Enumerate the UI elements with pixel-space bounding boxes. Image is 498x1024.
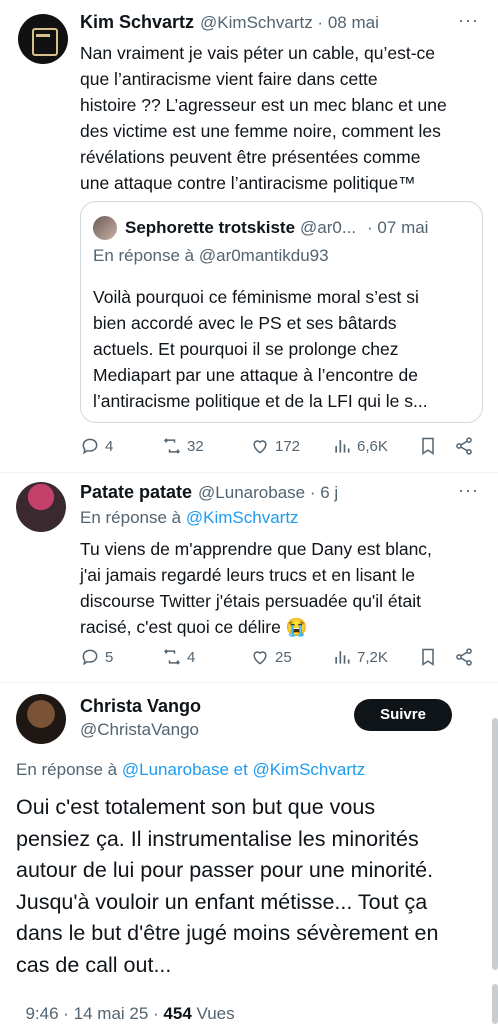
timestamp[interactable]: 9:46 · 14 mai 25 · (25, 1004, 163, 1023)
text-line: révélations peuvent être présentées comm… (80, 147, 421, 167)
like-count: 25 (275, 648, 292, 666)
reply-context: En réponse à @KimSchvartz (80, 508, 299, 528)
reply-icon (82, 649, 98, 666)
avatar-patate[interactable] (16, 482, 66, 532)
text-line: bien accordé avec le PS et ses bâtards (93, 313, 397, 333)
text-line: racisé, c'est quoi ce délire 😭 (80, 617, 308, 637)
tweet1-header: Kim Schvartz @KimSchvartz · 08 mai (80, 12, 379, 33)
follow-button[interactable]: Suivre (354, 699, 452, 731)
text-line: pensiez ça. Il instrumentalise les minor… (16, 826, 419, 851)
text-line: histoire ?? L’agresseur est un mec blanc… (80, 95, 447, 115)
share-button[interactable] (454, 436, 474, 456)
like-button[interactable]: 172 (250, 436, 300, 456)
reply-prefix: En réponse à (16, 760, 118, 779)
views-icon (335, 651, 350, 664)
reply-icon (82, 438, 98, 455)
quote-reply-to: En réponse à @ar0mantikdu93 (93, 246, 329, 265)
bookmark-button[interactable] (418, 647, 438, 667)
retweet-icon (163, 649, 181, 665)
retweet-count: 4 (187, 648, 196, 666)
text-line: cas de call out... (16, 952, 172, 977)
text-line: des victime est une femme noire, comment… (80, 121, 441, 141)
share-button[interactable] (454, 647, 474, 667)
retweet-count: 32 (187, 437, 204, 455)
bookmark-button[interactable] (418, 436, 438, 456)
views-count: 454 (163, 1004, 192, 1023)
reply-count: 5 (105, 648, 114, 666)
text-line: j'ai jamais regardé leurs trucs et en li… (80, 565, 416, 585)
handle-time[interactable]: @Lunarobase · 6 j (198, 483, 338, 503)
text-line: autour de lui pour passer pour une minor… (16, 858, 434, 882)
text-line: Nan vraiment je vais péter un cable, qu’… (80, 43, 436, 63)
reply-context: En réponse à @Lunarobase et @KimSchvartz (16, 760, 365, 780)
quote-text: Voilà pourquoi ce féminisme moral s’est … (93, 284, 473, 414)
more-options-icon[interactable]: ··· (458, 10, 479, 31)
handle[interactable]: @ChristaVango (80, 720, 199, 740)
retweet-button[interactable]: 32 (162, 436, 204, 456)
divider (0, 472, 498, 473)
avatar-christa[interactable] (16, 694, 66, 744)
tweet1-text: Nan vraiment je vais péter un cable, qu’… (80, 40, 490, 196)
quote-handle: @ar0... (300, 218, 357, 237)
tweet-meta: 9:46 · 14 mai 25 · 454 Vues (16, 984, 235, 1024)
tweet2-header: Patate patate @Lunarobase · 6 j (80, 482, 338, 503)
display-name[interactable]: Patate patate (80, 482, 192, 503)
bookmark-icon (422, 437, 434, 455)
like-count: 172 (275, 437, 301, 455)
text-line: Jusqu'à vouloir un enfant métisse... Tou… (16, 889, 428, 914)
text-line: Mediapart par une attaque à l’encontre d… (93, 365, 418, 385)
views-count: 6,6K (357, 437, 388, 455)
views-label: Vues (191, 1004, 235, 1023)
text-line: une attaque contre l’antiracisme politiq… (80, 173, 416, 193)
text-line: Tu viens de m'apprendre que Dany est bla… (80, 539, 432, 559)
text-line: dans le but d'être jugé moins sévèrement… (16, 921, 439, 945)
text-line: actuels. Et pourquoi il se prolonge chez (93, 339, 399, 359)
text-line: discourse Twitter j'étais persuadée qu'i… (80, 591, 421, 611)
text-line: l’antiracisme politique et de la LFI qui… (93, 391, 428, 411)
divider (0, 682, 498, 683)
more-options-icon[interactable]: ··· (458, 480, 479, 501)
scrollbar-track-end (492, 984, 498, 1024)
reply-prefix: En réponse à (80, 508, 182, 527)
display-name[interactable]: Kim Schvartz (80, 12, 194, 33)
tweet3-text: Oui c'est totalement son but que vous pe… (16, 792, 492, 981)
text-line: Oui c'est totalement son but que vous (16, 795, 376, 819)
views-button[interactable]: 6,6K (332, 436, 388, 456)
text-line: Voilà pourquoi ce féminisme moral s’est … (93, 287, 419, 307)
reply-button[interactable]: 5 (80, 647, 113, 667)
views-button[interactable]: 7,2K (332, 647, 388, 667)
share-icon (456, 648, 472, 666)
avatar-kim[interactable] (18, 14, 68, 64)
text-line: que l’antiracisme vient faire dans cette (80, 69, 378, 89)
tweet2-text: Tu viens de m'apprendre que Dany est bla… (80, 536, 490, 640)
like-button[interactable]: 25 (250, 647, 292, 667)
handle-time[interactable]: @KimSchvartz · 08 mai (200, 13, 379, 33)
retweet-icon (163, 438, 181, 454)
reply-handles-link[interactable]: @Lunarobase et @KimSchvartz (122, 760, 365, 779)
scrollbar-thumb[interactable] (492, 718, 498, 970)
bookmark-icon (422, 648, 434, 666)
quoted-tweet[interactable]: Sephorette trotskiste @ar0... · 07 mai E… (80, 201, 483, 423)
views-count: 7,2K (357, 648, 388, 666)
quote-display-name: Sephorette trotskiste (125, 218, 296, 237)
heart-icon (253, 651, 267, 665)
quote-time: · 07 mai (367, 218, 429, 237)
display-name[interactable]: Christa Vango (80, 696, 201, 717)
avatar-sephorette (93, 216, 117, 240)
reply-handle-link[interactable]: @KimSchvartz (186, 508, 299, 527)
retweet-button[interactable]: 4 (162, 647, 195, 667)
quote-header: Sephorette trotskiste @ar0... · 07 mai (125, 218, 428, 238)
heart-icon (253, 440, 267, 454)
reply-button[interactable]: 4 (80, 436, 113, 456)
share-icon (456, 437, 472, 455)
views-icon (335, 440, 350, 453)
reply-count: 4 (105, 437, 114, 455)
